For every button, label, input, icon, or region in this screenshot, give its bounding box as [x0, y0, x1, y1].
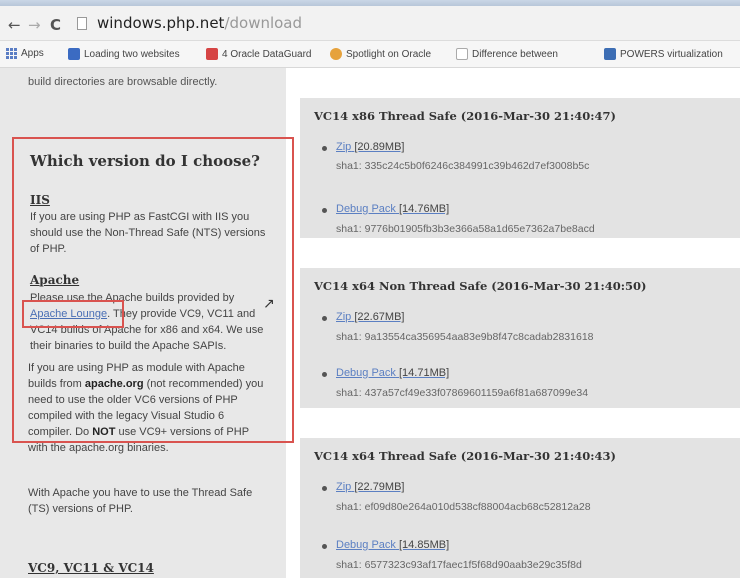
download-block-vc14-x64-nts: VC14 x64 Non Thread Safe (2016-Mar-30 21… — [300, 268, 740, 408]
address-bar-area: ← → C windows.php.net/download — [0, 6, 740, 41]
bullet-icon — [322, 544, 327, 549]
bookmark-oracle-dataguard[interactable]: 4 Oracle DataGuard — [206, 48, 312, 60]
bookmark-favicon-icon — [330, 48, 342, 60]
zip-sha1: sha1: ef09d80e264a010d538cf88004acb68c52… — [336, 501, 591, 513]
thread-safe-text: With Apache you have to use the Thread S… — [28, 487, 253, 515]
bookmark-spotlight-on-oracle[interactable]: Spotlight on Oracle — [330, 48, 431, 60]
bullet-icon — [322, 372, 327, 377]
reload-icon[interactable]: C — [50, 16, 61, 34]
bookmarks-bar: Apps Loading two websites 4 Oracle DataG… — [0, 41, 740, 68]
highlight-box-apache-lounge — [22, 300, 124, 328]
page-icon — [456, 48, 468, 60]
mouse-cursor-icon: ↗ — [263, 296, 275, 312]
zip-sha1: sha1: 335c24c5b0f6246c384991c39b462d7ef3… — [336, 160, 590, 172]
bookmark-loading-two-websites[interactable]: Loading two websites — [68, 48, 180, 60]
bullet-icon — [322, 146, 327, 151]
page-content: build directories are browsable directly… — [0, 68, 740, 578]
bookmark-favicon-icon — [604, 48, 616, 60]
vc-versions-heading: VC9, VC11 & VC14 — [28, 561, 154, 575]
download-title: VC14 x64 Thread Safe (2016-Mar-30 21:40:… — [314, 449, 616, 463]
download-title: VC14 x64 Non Thread Safe (2016-Mar-30 21… — [314, 279, 647, 293]
zip-download-link[interactable]: Zip [22.67MB] — [336, 311, 404, 323]
bullet-icon — [322, 316, 327, 321]
zip-download-link[interactable]: Zip [20.89MB] — [336, 141, 404, 153]
bookmark-difference-between[interactable]: Difference between — [456, 48, 558, 60]
sidebar-intro-text: build directories are browsable directly… — [28, 76, 218, 88]
url-field[interactable]: windows.php.net/download — [97, 14, 302, 32]
page-icon — [77, 17, 87, 30]
download-title: VC14 x86 Thread Safe (2016-Mar-30 21:40:… — [314, 109, 616, 123]
debug-pack-download-link[interactable]: Debug Pack [14.85MB] — [336, 539, 449, 551]
apps-grid-icon — [6, 48, 17, 59]
debug-pack-download-link[interactable]: Debug Pack [14.71MB] — [336, 367, 449, 379]
bookmark-apps[interactable]: Apps — [6, 48, 44, 59]
bookmark-favicon-icon — [206, 48, 218, 60]
debug-pack-sha1: sha1: 6577323c93af17faec1f5f68d90aab3e29… — [336, 559, 582, 571]
bullet-icon — [322, 486, 327, 491]
debug-pack-sha1: sha1: 9776b01905fb3b3e366a58a1d65e7362a7… — [336, 223, 595, 235]
download-block-vc14-x86-ts: VC14 x86 Thread Safe (2016-Mar-30 21:40:… — [300, 98, 740, 238]
zip-download-link[interactable]: Zip [22.79MB] — [336, 481, 404, 493]
back-arrow-icon[interactable]: ← — [8, 16, 21, 34]
download-block-vc14-x64-ts: VC14 x64 Thread Safe (2016-Mar-30 21:40:… — [300, 438, 740, 578]
bookmark-powers-virtualization[interactable]: POWERS virtualization — [604, 48, 723, 60]
debug-pack-download-link[interactable]: Debug Pack [14.76MB] — [336, 203, 449, 215]
zip-sha1: sha1: 9a13554ca356954aa83e9b8f47c8cadab2… — [336, 331, 594, 343]
forward-arrow-icon[interactable]: → — [28, 16, 41, 34]
debug-pack-sha1: sha1: 437a57cf49e33f07869601159a6f81a687… — [336, 387, 589, 399]
bullet-icon — [322, 208, 327, 213]
bookmark-favicon-icon — [68, 48, 80, 60]
highlight-box-choose-version — [12, 137, 294, 443]
